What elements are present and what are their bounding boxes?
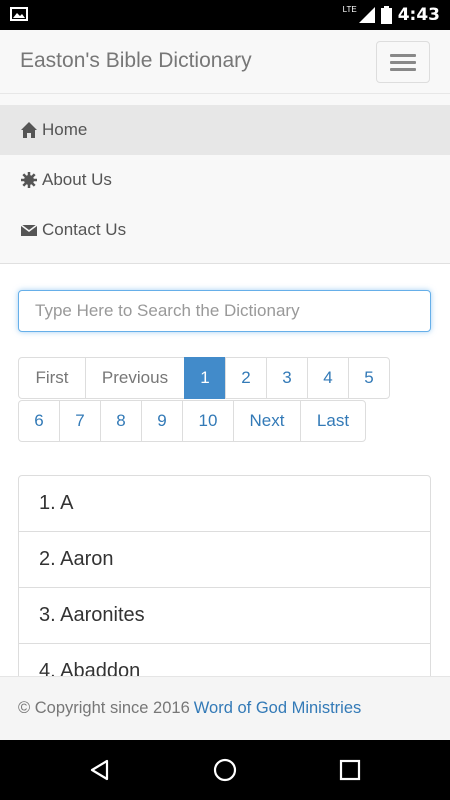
list-item[interactable]: 3. Aaronites: [19, 588, 430, 644]
footer: © Copyright since 2016 Word of God Minis…: [0, 676, 450, 740]
menu-item-contact-us[interactable]: Contact Us: [0, 205, 450, 255]
battery-icon: [380, 6, 392, 24]
navbar: Easton's Bible Dictionary: [0, 30, 450, 94]
page-7-button[interactable]: 7: [59, 400, 101, 442]
list-item[interactable]: 1. A: [19, 476, 430, 532]
page-next-button[interactable]: Next: [233, 400, 301, 442]
menu-item-home[interactable]: Home: [0, 105, 450, 155]
signal-icon: [358, 7, 375, 23]
page-previous-button[interactable]: Previous: [85, 357, 185, 399]
home-nav-icon[interactable]: [213, 758, 237, 782]
footer-link[interactable]: Word of God Ministries: [194, 699, 362, 718]
list-item[interactable]: 2. Aaron: [19, 532, 430, 588]
page-5-button[interactable]: 5: [348, 357, 390, 399]
gear-icon: [21, 172, 37, 188]
recents-icon[interactable]: [338, 758, 362, 782]
status-bar: LTE 4:43: [0, 0, 450, 30]
network-type: LTE: [342, 4, 357, 14]
menu-item-label: Contact Us: [42, 220, 127, 239]
menu-toggle-button[interactable]: [376, 41, 430, 83]
list-item[interactable]: 4. Abaddon: [19, 644, 430, 679]
copyright-text: © Copyright since 2016: [18, 699, 190, 717]
system-nav-bar: [0, 740, 450, 800]
page-10-button[interactable]: 10: [182, 400, 234, 442]
nav-menu: Home About Us Contact Us: [0, 94, 450, 264]
page-last-button[interactable]: Last: [300, 400, 366, 442]
hamburger-icon-bar: [390, 68, 416, 71]
page-first-button[interactable]: First: [18, 357, 86, 399]
envelope-icon: [20, 224, 38, 236]
page-3-button[interactable]: 3: [266, 357, 308, 399]
page-8-button[interactable]: 8: [100, 400, 142, 442]
app-title[interactable]: Easton's Bible Dictionary: [20, 49, 252, 73]
menu-item-about-us[interactable]: About Us: [0, 155, 450, 205]
clock: 4:43: [397, 5, 440, 25]
home-icon: [21, 122, 37, 138]
page-4-button[interactable]: 4: [307, 357, 349, 399]
dictionary-entry-list: 1. A 2. Aaron 3. Aaronites 4. Abaddon: [18, 475, 431, 680]
page-1-button[interactable]: 1: [184, 357, 226, 399]
page-9-button[interactable]: 9: [141, 400, 183, 442]
search-input[interactable]: [18, 290, 431, 332]
back-icon[interactable]: [88, 758, 112, 782]
hamburger-icon-bar: [390, 61, 416, 64]
hamburger-icon-bar: [390, 54, 416, 57]
menu-item-label: About Us: [42, 170, 112, 189]
page-6-button[interactable]: 6: [18, 400, 60, 442]
menu-item-label: Home: [42, 120, 88, 139]
page-2-button[interactable]: 2: [225, 357, 267, 399]
image-notification-icon: [10, 7, 28, 21]
